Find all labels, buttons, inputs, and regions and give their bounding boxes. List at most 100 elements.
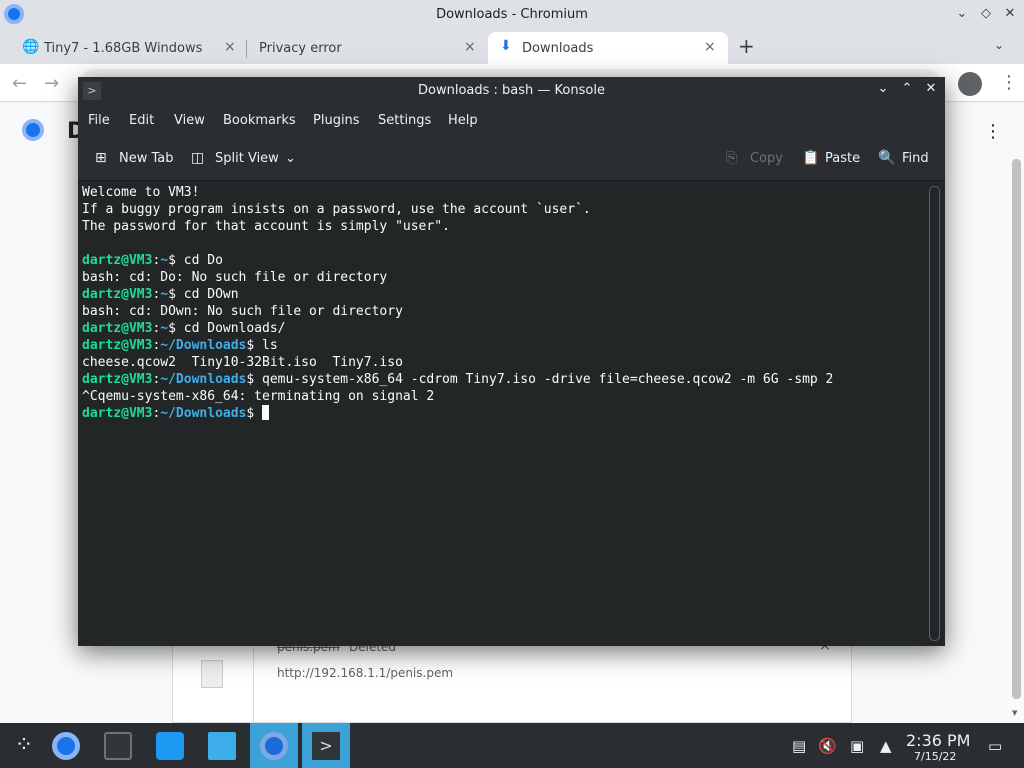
page-scrollbar[interactable]	[1012, 159, 1021, 699]
download-icon: ⬇	[500, 38, 512, 54]
tab-downloads[interactable]: ⬇ Downloads ×	[488, 32, 728, 64]
find-button[interactable]: Find	[902, 151, 929, 166]
tab-label: Privacy error	[259, 41, 342, 56]
chromium-minimize-button[interactable]: ⌄	[952, 4, 972, 24]
tab-close-icon[interactable]: ×	[224, 39, 236, 55]
clipboard-icon[interactable]: ▤	[792, 737, 806, 755]
konsole-toolbar: ⊞ New Tab ◫ Split View ⌄ ⎘ Copy 📋 Paste …	[78, 137, 945, 181]
scroll-down-arrow-icon[interactable]: ▼	[1012, 709, 1017, 717]
menu-file[interactable]: File	[88, 113, 110, 128]
chromium-icon	[52, 732, 80, 760]
terminal-command: cd DOwn	[175, 287, 239, 302]
terminal-prompt-line: dartz@VM3:~$ cd Do	[82, 252, 928, 269]
terminal-line: The password for that account is simply …	[82, 219, 450, 234]
tray-expand-icon[interactable]: ▲	[880, 737, 892, 755]
profile-avatar-icon[interactable]	[958, 72, 982, 96]
new-tab-button[interactable]: +	[738, 34, 755, 58]
chromium-restore-button[interactable]: ◇	[976, 4, 996, 24]
menu-view[interactable]: View	[174, 113, 205, 128]
taskbar-system-settings[interactable]	[94, 723, 142, 768]
konsole-menubar: File Edit View Bookmarks Plugins Setting…	[78, 105, 945, 137]
taskbar-chromium-window[interactable]	[250, 723, 298, 768]
tab-label: Tiny7 - 1.68GB Windows 7 Bu	[44, 41, 202, 56]
split-view-dropdown-icon[interactable]: ⌄	[285, 151, 296, 166]
terminal-command: cd Downloads/	[175, 321, 286, 336]
volume-muted-icon[interactable]: 🔇	[818, 737, 837, 755]
prompt-char: $	[246, 406, 255, 421]
prompt-user-host: dartz@VM3	[82, 372, 153, 387]
tab-tiny7[interactable]: 🌐 Tiny7 - 1.68GB Windows 7 Bu ×	[8, 32, 246, 64]
terminal-line: cheese.qcow2 Tiny10-32Bit.iso Tiny7.iso	[82, 355, 403, 370]
tab-close-icon[interactable]: ×	[464, 39, 476, 55]
prompt-path: ~	[160, 321, 169, 336]
terminal-prompt-line: dartz@VM3:~/Downloads$ qemu-system-x86_6…	[82, 371, 928, 388]
prompt-char: $	[168, 253, 176, 268]
show-desktop-icon[interactable]: ▭	[988, 737, 1002, 755]
tab-close-icon[interactable]: ×	[704, 39, 716, 55]
tab-separator	[246, 40, 247, 58]
terminal-line: Welcome to VM3!	[82, 185, 200, 200]
chromium-close-button[interactable]: ✕	[1000, 4, 1020, 24]
search-icon: 🔍	[878, 150, 896, 166]
chromium-titlebar: Downloads - Chromium ⌄ ◇ ✕	[0, 0, 1024, 28]
tab-privacy-error[interactable]: Privacy error ×	[248, 32, 486, 64]
chromium-menu-button[interactable]: ⋮	[1000, 72, 1018, 93]
discover-store-icon	[156, 732, 184, 760]
menu-settings[interactable]: Settings	[378, 113, 431, 128]
terminal-command: qemu-system-x86_64 -cdrom Tiny7.iso -dri…	[254, 372, 834, 387]
network-icon[interactable]: ▣	[850, 737, 864, 755]
split-view-icon: ◫	[191, 150, 205, 166]
konsole-close-button[interactable]: ✕	[922, 81, 940, 96]
tab-search-button[interactable]: ⌄	[994, 38, 1004, 52]
application-launcher[interactable]: ⁘	[0, 723, 48, 768]
prompt-user-host: dartz@VM3	[82, 287, 153, 302]
prompt-path: ~/Downloads	[160, 372, 247, 387]
file-icon	[201, 660, 223, 688]
folder-icon	[208, 732, 236, 760]
terminal-prompt-line: dartz@VM3:~$ cd Downloads/	[82, 320, 928, 337]
terminal-command: cd Do	[175, 253, 223, 268]
menu-plugins[interactable]: Plugins	[313, 113, 360, 128]
prompt-path: ~	[160, 287, 169, 302]
konsole-minimize-button[interactable]: ⌄	[874, 81, 892, 96]
launcher-icon: ⁘	[14, 733, 34, 758]
prompt-path: ~	[160, 253, 169, 268]
taskbar-dolphin[interactable]	[198, 723, 246, 768]
clock-time[interactable]: 2:36 PM	[906, 731, 970, 750]
konsole-icon: >	[312, 732, 340, 760]
copy-icon: ⎘	[726, 150, 738, 166]
taskbar-konsole-window[interactable]: >	[302, 723, 350, 768]
back-button[interactable]: ←	[12, 73, 27, 94]
prompt-char: $	[168, 287, 176, 302]
paste-button[interactable]: Paste	[825, 151, 860, 166]
prompt-path: ~/Downloads	[160, 338, 247, 353]
chromium-window-title: Downloads - Chromium	[436, 7, 588, 22]
prompt-char: $	[168, 321, 176, 336]
taskbar-chromium-launcher[interactable]	[42, 723, 90, 768]
paste-icon: 📋	[802, 150, 820, 166]
konsole-titlebar[interactable]: > Downloads : bash — Konsole ⌄ ⌃ ✕	[78, 77, 945, 105]
menu-bookmarks[interactable]: Bookmarks	[223, 113, 296, 128]
menu-edit[interactable]: Edit	[129, 113, 154, 128]
forward-button[interactable]: →	[44, 73, 59, 94]
chromium-tabbar: 🌐 Tiny7 - 1.68GB Windows 7 Bu × Privacy …	[0, 28, 1024, 64]
taskbar: ⁘ > ▤ 🔇 ▣ ▲ 2:36 PM 7/15/22 ▭	[0, 723, 1024, 768]
new-tab-button[interactable]: New Tab	[119, 151, 174, 166]
terminal-scrollbar[interactable]	[929, 186, 940, 641]
terminal-output[interactable]: Welcome to VM3! If a buggy program insis…	[78, 182, 928, 646]
clock-date[interactable]: 7/15/22	[914, 750, 956, 763]
konsole-maximize-button[interactable]: ⌃	[898, 81, 916, 96]
prompt-path: ~/Downloads	[160, 406, 247, 421]
prompt-user-host: dartz@VM3	[82, 338, 153, 353]
downloads-menu-button[interactable]: ⋮	[984, 121, 1002, 142]
prompt-user-host: dartz@VM3	[82, 253, 153, 268]
menu-help[interactable]: Help	[448, 113, 478, 128]
terminal-prompt-line: dartz@VM3:~/Downloads$ ls	[82, 337, 928, 354]
copy-button[interactable]: Copy	[750, 151, 783, 166]
split-view-button[interactable]: Split View	[215, 151, 279, 166]
taskbar-discover[interactable]	[146, 723, 194, 768]
download-url[interactable]: http://192.168.1.1/penis.pem	[277, 666, 453, 680]
chromium-logo-icon	[22, 119, 44, 141]
new-tab-icon: ⊞	[95, 150, 107, 166]
